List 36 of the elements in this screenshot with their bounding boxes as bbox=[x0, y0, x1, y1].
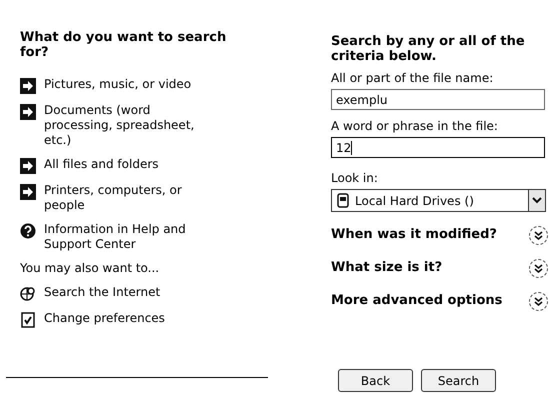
arrow-icon bbox=[20, 78, 36, 94]
arrow-icon bbox=[20, 184, 36, 200]
expand-button[interactable] bbox=[529, 258, 548, 278]
location-dropdown[interactable]: Local Hard Drives () bbox=[331, 189, 546, 212]
task-link[interactable]: Search the Internet bbox=[44, 285, 214, 300]
double-chevron-down-icon bbox=[534, 230, 543, 240]
field-label: All or part of the file name: bbox=[331, 71, 494, 86]
arrow-icon bbox=[20, 158, 36, 174]
text-field[interactable]: 12 bbox=[331, 137, 545, 158]
drive-icon bbox=[336, 193, 350, 208]
task-link[interactable]: Printers, computers, or people bbox=[44, 183, 214, 213]
arrow-icon bbox=[20, 104, 36, 120]
document-check-icon bbox=[20, 312, 36, 328]
double-chevron-down-icon bbox=[534, 264, 543, 272]
panel-title: What do you want to search for? bbox=[20, 30, 228, 60]
dialog-button[interactable]: Back bbox=[338, 369, 413, 392]
double-chevron-down-icon bbox=[534, 296, 543, 306]
task-link[interactable]: All files and folders bbox=[44, 157, 214, 172]
task-link[interactable]: Documents (word processing, spreadsheet, etc.) bbox=[44, 103, 214, 148]
help-icon bbox=[20, 223, 36, 239]
task-link[interactable]: Information in Help and Support Center bbox=[44, 222, 214, 252]
field-label: A word or phrase in the file: bbox=[331, 119, 499, 134]
field-label: Look in: bbox=[331, 171, 379, 186]
text-field[interactable]: exemplu bbox=[331, 89, 545, 110]
panel-title: Search by any or all of the criteria below. bbox=[331, 34, 526, 64]
expand-button[interactable] bbox=[529, 292, 548, 310]
task-link[interactable]: Pictures, music, or video bbox=[44, 77, 214, 92]
section-header: What size is it? bbox=[331, 259, 442, 278]
globe-search-icon bbox=[20, 286, 36, 302]
task-link[interactable]: Change preferences bbox=[44, 311, 214, 326]
dialog-button[interactable]: Search bbox=[421, 369, 496, 392]
section-label: You may also want to... bbox=[20, 261, 160, 276]
expand-button[interactable] bbox=[529, 226, 548, 244]
section-header: When was it modified? bbox=[331, 226, 497, 244]
text-cursor bbox=[351, 140, 352, 154]
section-header: More advanced options bbox=[331, 292, 502, 310]
